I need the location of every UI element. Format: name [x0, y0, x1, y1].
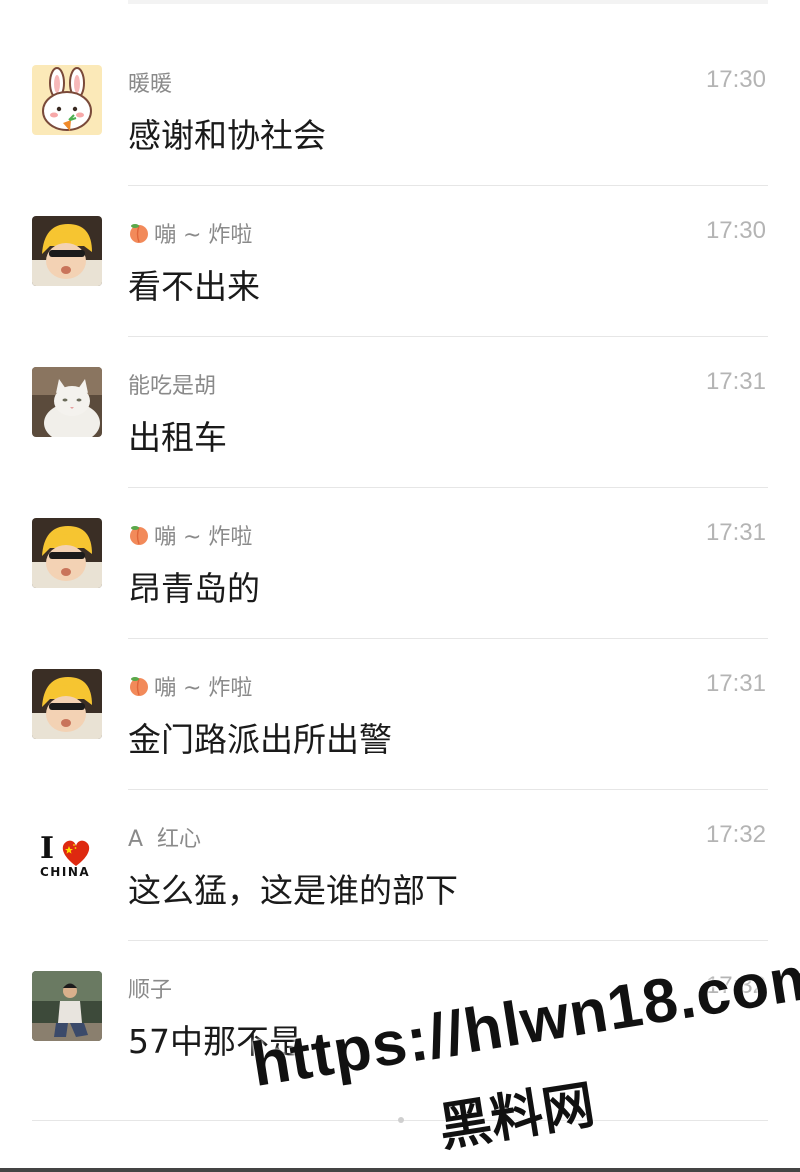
- sender-name-text: 嘣 ~ 炸啦: [154, 223, 253, 248]
- message-text: 昂青岛的: [128, 569, 260, 608]
- message-text: 感谢和协社会: [128, 116, 326, 155]
- message-text: 这么猛，这是谁的部下: [128, 871, 458, 910]
- bunny-avatar[interactable]: [32, 65, 102, 135]
- message-item[interactable]: 嘣 ~ 炸啦 17:31 金门路派出所出警: [0, 639, 800, 790]
- message-item[interactable]: 嘣 ~ 炸啦 17:30 看不出来: [0, 186, 800, 337]
- message-time: 17:31: [705, 368, 766, 395]
- sender-name: 暖暖: [128, 66, 172, 98]
- person-photo-avatar[interactable]: [32, 971, 102, 1041]
- peach-icon: [130, 526, 148, 545]
- top-divider: [128, 0, 768, 4]
- yellow-hat-baby-avatar[interactable]: [32, 216, 102, 286]
- message-time: 17:30: [705, 217, 766, 244]
- peach-icon: [130, 677, 148, 696]
- bottom-bar: [0, 1168, 800, 1172]
- message-item[interactable]: 暖暖 17:30 感谢和协社会: [0, 35, 800, 186]
- message-time: 17:32: [705, 821, 766, 848]
- sender-name-text: 嘣 ~ 炸啦: [154, 676, 253, 701]
- yellow-hat-baby-avatar[interactable]: [32, 669, 102, 739]
- yellow-hat-baby-avatar[interactable]: [32, 518, 102, 588]
- sender-name-text: 能吃是胡: [128, 374, 217, 399]
- message-item[interactable]: I CHINA A 红心 17:32 这么猛，这是谁的部下: [0, 790, 800, 941]
- china-word: CHINA: [40, 865, 90, 879]
- message-item[interactable]: 能吃是胡 17:31 出租车: [0, 337, 800, 488]
- sender-name-text: 顺子: [128, 978, 173, 1003]
- sender-name-text: 暖暖: [128, 72, 173, 97]
- message-time: 17:31: [705, 670, 766, 697]
- sender-name-text: 嘣 ~ 炸啦: [154, 525, 253, 550]
- message-text: 出租车: [128, 418, 227, 457]
- i-love-china-avatar[interactable]: I CHINA: [32, 820, 102, 890]
- white-cat-avatar[interactable]: [32, 367, 102, 437]
- message-text: 金门路派出所出警: [128, 720, 392, 759]
- i-letter: I: [40, 831, 54, 866]
- message-time: 17:31: [705, 519, 766, 546]
- message-time: 17:30: [705, 66, 766, 93]
- sender-name: A 红心: [128, 821, 201, 853]
- peach-icon: [130, 224, 148, 243]
- page-indicator-dot: [398, 1117, 404, 1123]
- sender-name-text: A 红心: [128, 827, 202, 852]
- message-text: 看不出来: [128, 267, 260, 306]
- sender-name: 嘣 ~ 炸啦: [128, 217, 252, 249]
- message-item[interactable]: 嘣 ~ 炸啦 17:31 昂青岛的: [0, 488, 800, 639]
- sender-name: 嘣 ~ 炸啦: [128, 670, 252, 702]
- sender-name: 顺子: [128, 972, 172, 1004]
- sender-name: 嘣 ~ 炸啦: [128, 519, 252, 551]
- sender-name: 能吃是胡: [128, 368, 216, 400]
